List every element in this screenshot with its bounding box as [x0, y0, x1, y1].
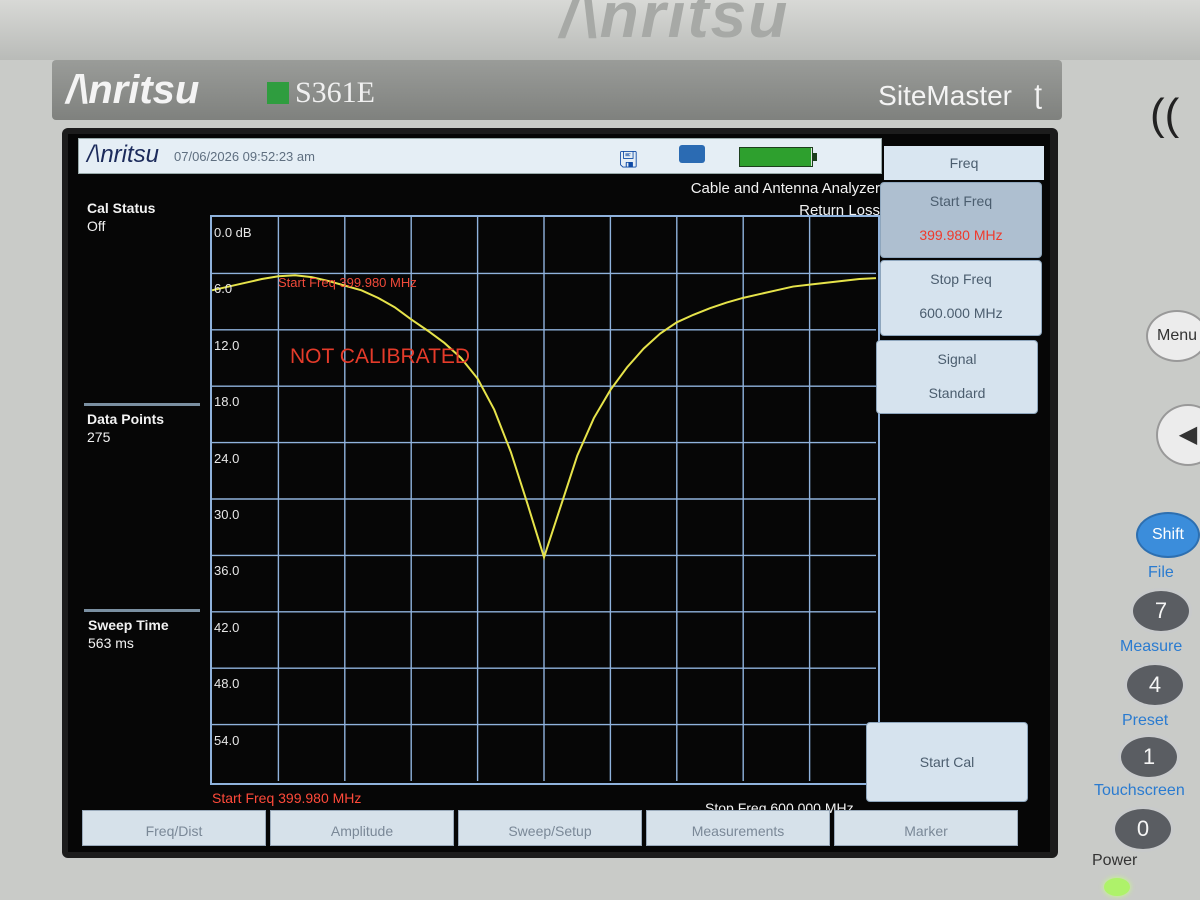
brand-logo: /\nritsu: [66, 68, 200, 112]
power-label: Power: [1092, 852, 1138, 869]
separator: [84, 403, 200, 406]
brand-bar: /\nritsu S361E SiteMaster ʈ: [52, 60, 1062, 120]
tab-freq-dist[interactable]: Freq/Dist: [82, 810, 266, 846]
battery-tip: [813, 153, 817, 161]
key-0-button[interactable]: 0: [1112, 806, 1174, 852]
camera-icon[interactable]: [679, 145, 705, 163]
key-7-button[interactable]: 7: [1130, 588, 1192, 634]
tab-marker[interactable]: Marker: [834, 810, 1018, 846]
touchscreen-label: Touchscreen: [1094, 782, 1185, 799]
stop-freq-softkey-value: 600.000 MHz: [919, 305, 1003, 321]
mode-title-line1: Cable and Antenna Analyzer: [690, 180, 880, 197]
hardware-shift-button[interactable]: Shift: [1136, 512, 1200, 558]
signal-softkey-value: Standard: [928, 385, 986, 401]
data-points-label: Data Points: [87, 411, 165, 427]
hardware-back-button[interactable]: ◀: [1156, 404, 1200, 466]
y-axis-tick-label: 24.0: [214, 450, 240, 466]
tab-amplitude[interactable]: Amplitude: [270, 810, 454, 846]
y-axis-tick-label: 48.0: [214, 676, 240, 692]
y-axis-tick-label: 12.0: [214, 337, 240, 353]
y-axis-tick-label: 36.0: [214, 563, 240, 579]
sweep-time-label: Sweep Time: [88, 617, 169, 633]
start-freq-softkey[interactable]: Start Freq 399.980 MHz: [880, 182, 1042, 258]
battery-icon: [739, 147, 817, 167]
stop-freq-softkey[interactable]: Stop Freq 600.000 MHz: [880, 260, 1042, 336]
device-top-bezel: /\nritsu: [0, 0, 1200, 60]
status-datetime: 07/06/2026 09:52:23 am: [174, 149, 315, 164]
separator: [84, 609, 200, 612]
speaker-icon: ((: [1150, 90, 1180, 139]
power-led-icon: [1104, 878, 1130, 896]
sweep-time-value: 563 ms: [88, 635, 134, 651]
battery-level-fill: [740, 148, 811, 166]
y-axis-tick-label: 30.0: [214, 507, 240, 522]
bottom-menu-tabs: Freq/Dist Amplitude Sweep/Setup Measurem…: [82, 810, 1022, 848]
status-bar: /\nritsu 07/06/2026 09:52:23 am 🖫: [78, 138, 882, 174]
cal-status-label: Cal Status: [87, 200, 156, 216]
y-axis-tick-label: 18.0: [214, 394, 240, 410]
y-axis-tick-label: 0.0 dB: [214, 225, 252, 240]
file-label: File: [1148, 564, 1174, 581]
not-calibrated-label: NOT CALIBRATED: [290, 345, 471, 368]
start-freq-softkey-label: Start Freq: [929, 193, 993, 209]
status-logo: /\nritsu: [87, 141, 160, 168]
marker-label: Start Freq 399.980 MHz: [278, 275, 417, 290]
model-label: S361E: [295, 76, 376, 109]
stop-freq-softkey-label: Stop Freq: [930, 271, 992, 287]
softkey-menu-title: Freq: [884, 146, 1044, 180]
save-icon[interactable]: 🖫: [619, 143, 638, 181]
key-1-button[interactable]: 1: [1118, 734, 1180, 780]
key-4-button[interactable]: 4: [1124, 662, 1186, 708]
signal-softkey-label: Signal: [937, 351, 977, 367]
graph-frame: [210, 215, 880, 785]
signal-standard-softkey[interactable]: Signal Standard: [876, 340, 1038, 414]
tab-measurements[interactable]: Measurements: [646, 810, 830, 846]
preset-label: Preset: [1122, 712, 1169, 729]
antenna-icon: ʈ: [1034, 78, 1042, 109]
cal-status-value: Off: [87, 218, 106, 234]
product-label: SiteMaster: [878, 80, 1012, 111]
measure-label: Measure: [1120, 638, 1183, 655]
brand-logo-square: [267, 82, 289, 104]
y-axis-tick-label: 54.0: [214, 732, 240, 748]
start-cal-softkey[interactable]: Start Cal: [866, 722, 1028, 802]
top-brand-logo: /\nritsu: [560, 0, 790, 51]
tab-sweep-setup[interactable]: Sweep/Setup: [458, 810, 642, 846]
start-freq-bottom: Start Freq 399.980 MHz: [212, 790, 362, 806]
data-points-value: 275: [87, 429, 111, 445]
y-axis-tick-label: 6.0: [214, 281, 233, 297]
start-freq-softkey-value: 399.980 MHz: [919, 227, 1003, 243]
return-loss-graph[interactable]: Start Freq 399.980 MHz NOT CALIBRATED 0.…: [210, 215, 880, 785]
y-axis-tick-label: 42.0: [214, 619, 240, 635]
hardware-menu-button[interactable]: Menu: [1146, 310, 1200, 362]
